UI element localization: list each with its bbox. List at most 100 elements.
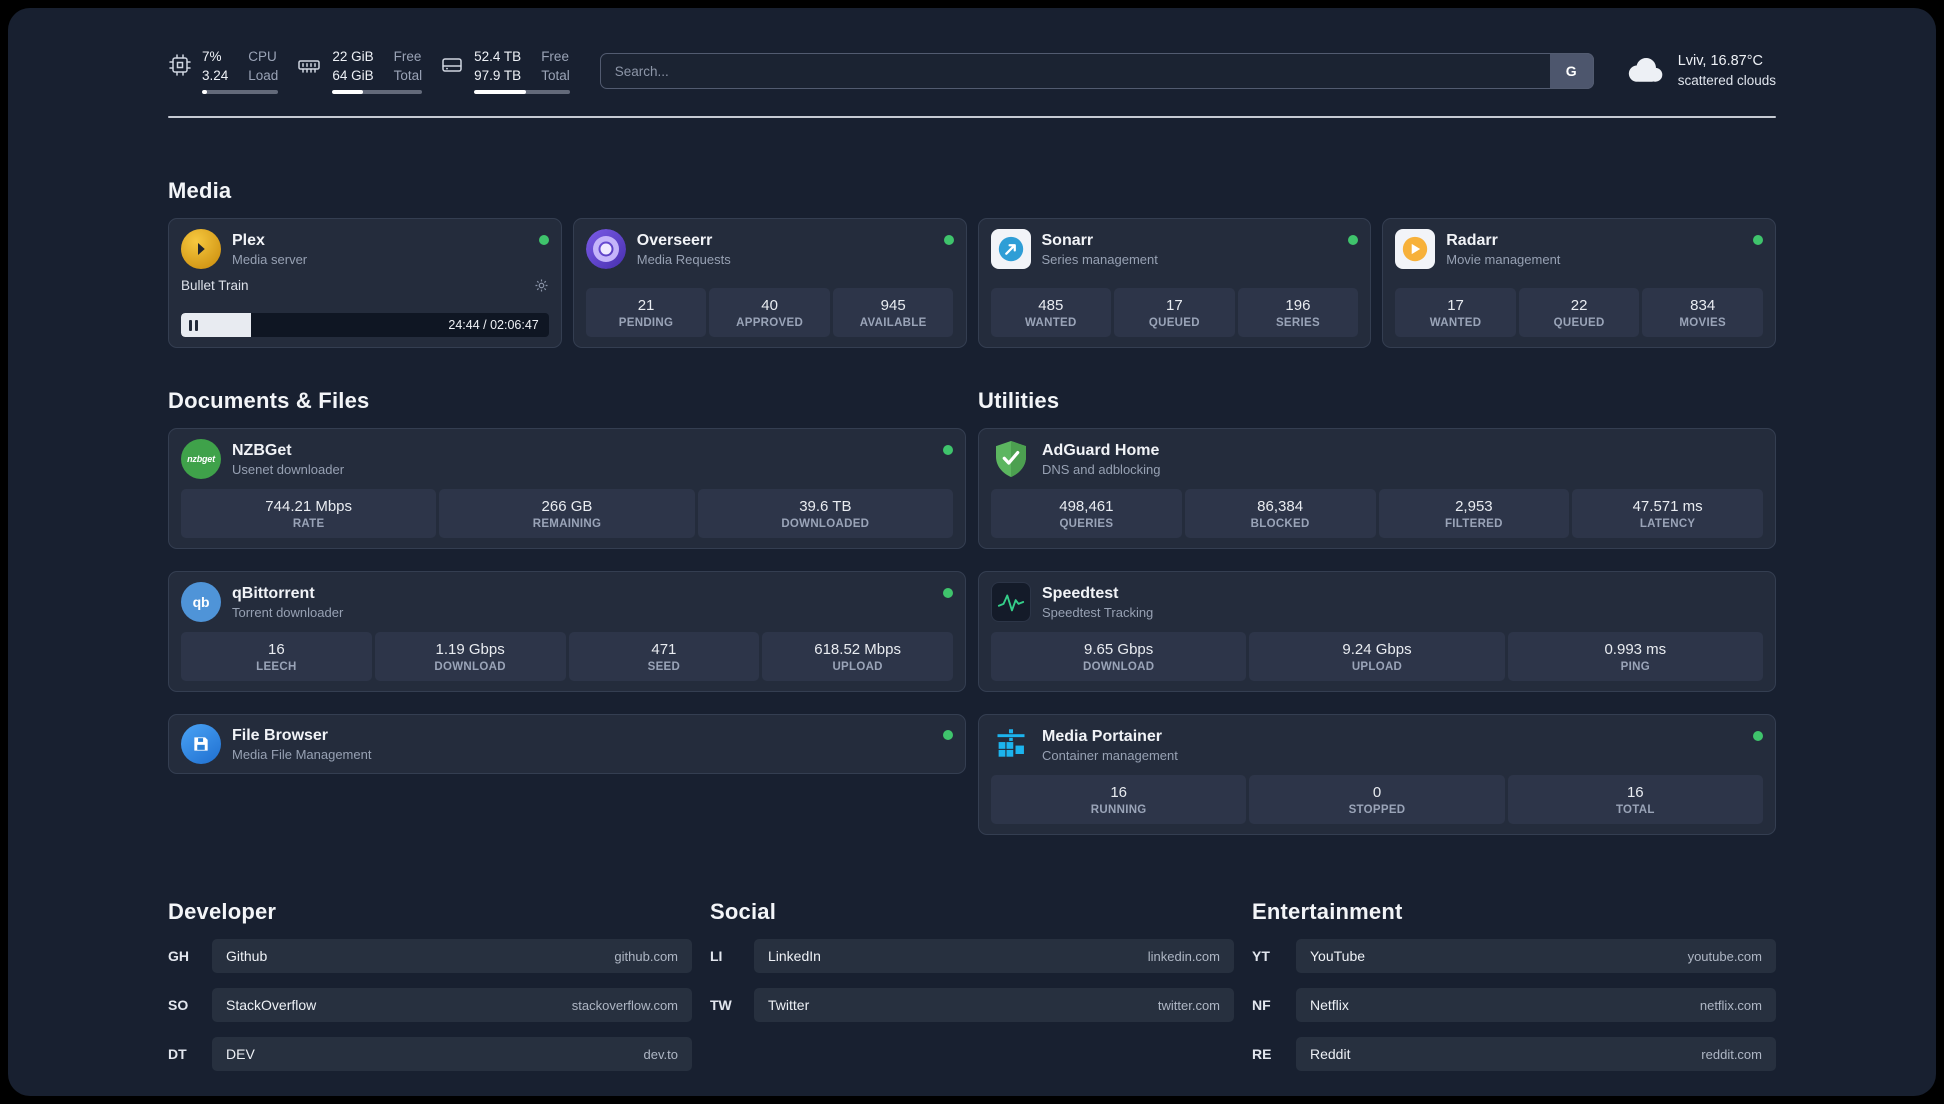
section-title-social: Social bbox=[710, 899, 777, 924]
stat-tile: 21 PENDING bbox=[585, 288, 707, 337]
bookmark-name: YouTube bbox=[1310, 948, 1366, 964]
bookmark-netflix[interactable]: Netflix netflix.com bbox=[1296, 988, 1776, 1022]
stat-value: 471 bbox=[651, 641, 677, 658]
status-dot bbox=[943, 730, 953, 740]
dashboard: 7% 3.24 CPU Load 22 GiB 64 GiB Free Tota… bbox=[8, 8, 1936, 1096]
bookmark-reddit[interactable]: Reddit reddit.com bbox=[1296, 1037, 1776, 1071]
bookmark-row: YT YouTube youtube.com bbox=[1252, 939, 1776, 973]
social-column: Social LI LinkedIn linkedin.com TW Twitt… bbox=[710, 899, 1234, 1071]
stat-value: 17 bbox=[1166, 297, 1183, 314]
stat-tile: 17 WANTED bbox=[1395, 288, 1516, 337]
disk-free-value: 52.4 TB bbox=[474, 49, 522, 65]
bookmark-abbr: TW bbox=[710, 997, 732, 1013]
plex-card[interactable]: Plex Media server Bullet Train 24:44 / 0 bbox=[168, 218, 562, 348]
disk-total-label: Total bbox=[541, 67, 570, 83]
overseerr-card[interactable]: Overseerr Media Requests 21 PENDING 40 APP… bbox=[572, 218, 967, 348]
stat-tile: 0 STOPPED bbox=[1249, 775, 1505, 824]
nzbget-card[interactable]: nzbget NZBGet Usenet downloader 744.21 M… bbox=[168, 428, 966, 549]
portainer-card[interactable]: Media Portainer Container management 16 R… bbox=[978, 714, 1776, 835]
search-input[interactable] bbox=[599, 53, 1594, 89]
stat-value: 2,953 bbox=[1455, 498, 1493, 515]
bookmark-stackoverflow[interactable]: StackOverflow stackoverflow.com bbox=[212, 988, 692, 1022]
adguard-card[interactable]: AdGuard Home DNS and adblocking 498,461 Q… bbox=[978, 428, 1776, 549]
search-engine-button[interactable]: G bbox=[1549, 53, 1594, 89]
bookmark-linkedin[interactable]: LinkedIn linkedin.com bbox=[754, 939, 1234, 973]
stat-value: 21 bbox=[637, 297, 655, 314]
portainer-crane-icon bbox=[991, 725, 1031, 765]
stat-value: 266 GB bbox=[541, 498, 593, 515]
speedtest-card[interactable]: Speedtest Speedtest Tracking 9.65 Gbps DO… bbox=[978, 571, 1776, 692]
stat-value: 0.993 ms bbox=[1604, 641, 1667, 658]
bookmark-abbr: SO bbox=[168, 997, 189, 1013]
cpu-chip-icon bbox=[168, 53, 192, 77]
adguard-shield-icon bbox=[991, 439, 1031, 479]
stat-value: 834 bbox=[1690, 297, 1716, 314]
playback-progress-bar[interactable]: 24:44 / 02:06:47 bbox=[181, 313, 549, 337]
bookmark-name: Netflix bbox=[1310, 997, 1349, 1013]
app-subtitle: Speedtest Tracking bbox=[1042, 604, 1154, 620]
main-content: Media Plex Media server Bullet Train 24:… bbox=[8, 178, 1936, 1071]
app-title: NZBGet bbox=[232, 441, 292, 459]
cpu-load-value: 3.24 bbox=[202, 67, 229, 83]
bookmark-dev[interactable]: DEV dev.to bbox=[212, 1037, 692, 1071]
section-title-developer: Developer bbox=[168, 899, 277, 924]
bookmark-abbr: GH bbox=[168, 948, 189, 964]
stat-value: 17 bbox=[1447, 297, 1464, 314]
app-title: Radarr bbox=[1446, 231, 1498, 249]
stat-value: 16 bbox=[1110, 784, 1127, 801]
status-dot bbox=[538, 235, 549, 245]
stat-tile: 39.6 TB DOWNLOADED bbox=[697, 489, 953, 538]
stat-tile: 2,953 FILTERED bbox=[1378, 489, 1570, 538]
ram-free-label: Free bbox=[393, 49, 422, 65]
app-subtitle: Series management bbox=[1041, 251, 1158, 267]
app-subtitle: Movie management bbox=[1446, 251, 1561, 267]
filebrowser-card[interactable]: File Browser Media File Management bbox=[168, 714, 966, 774]
memory-widget: 22 GiB 64 GiB Free Total bbox=[296, 48, 423, 94]
stat-label: UPLOAD bbox=[1351, 661, 1403, 673]
bookmark-row: DT DEV dev.to bbox=[168, 1037, 692, 1071]
ram-icon bbox=[296, 53, 322, 77]
qbittorrent-icon: qb bbox=[181, 582, 221, 622]
media-cards-row: Plex Media server Bullet Train 24:44 / 0 bbox=[168, 218, 1776, 348]
app-subtitle: DNS and adblocking bbox=[1042, 461, 1161, 477]
app-subtitle: Media File Management bbox=[232, 746, 372, 762]
section-title-media: Media bbox=[168, 178, 232, 203]
bookmark-url: twitter.com bbox=[1157, 997, 1220, 1013]
stat-value: 86,384 bbox=[1257, 498, 1304, 515]
bookmark-youtube[interactable]: YouTube youtube.com bbox=[1296, 939, 1776, 973]
bookmark-abbr: RE bbox=[1252, 1046, 1272, 1062]
stat-tile: 22 QUEUED bbox=[1518, 288, 1640, 337]
developer-column: Developer GH Github github.com SO StackO… bbox=[168, 899, 692, 1071]
stat-label: PENDING bbox=[618, 317, 674, 329]
stat-tile: 16 TOTAL bbox=[1507, 775, 1763, 824]
section-title-utilities: Utilities bbox=[978, 388, 1060, 413]
system-widgets: 7% 3.24 CPU Load 22 GiB 64 GiB Free Tota… bbox=[168, 48, 570, 94]
settings-gear-icon[interactable] bbox=[534, 278, 549, 293]
stat-label: QUERIES bbox=[1059, 518, 1114, 530]
stat-value: 744.21 Mbps bbox=[265, 498, 353, 515]
stat-value: 22 bbox=[1570, 297, 1588, 314]
pause-icon[interactable] bbox=[189, 319, 198, 331]
app-subtitle: Usenet downloader bbox=[232, 461, 345, 477]
section-title-entertainment: Entertainment bbox=[1252, 899, 1403, 924]
stat-label: QUEUED bbox=[1553, 317, 1605, 329]
bookmark-github[interactable]: Github github.com bbox=[212, 939, 692, 973]
radarr-card[interactable]: Radarr Movie management 17 WANTED 22 QUEUE… bbox=[1382, 218, 1776, 348]
stat-label: APPROVED bbox=[736, 317, 804, 329]
stat-value: 1.19 Gbps bbox=[435, 641, 505, 658]
qbittorrent-card[interactable]: qb qBittorrent Torrent downloader 16 LEEC… bbox=[168, 571, 966, 692]
status-dot bbox=[1348, 235, 1359, 245]
now-playing-title: Bullet Train bbox=[181, 278, 249, 293]
stat-label: RUNNING bbox=[1090, 804, 1147, 816]
stat-tile: 9.24 Gbps UPLOAD bbox=[1249, 632, 1505, 681]
app-title: Speedtest bbox=[1042, 584, 1119, 602]
stat-value: 16 bbox=[1626, 784, 1644, 801]
status-dot bbox=[943, 588, 953, 598]
status-dot bbox=[943, 445, 953, 455]
stat-label: REMAINING bbox=[532, 518, 602, 530]
sonarr-card[interactable]: Sonarr Series management 485 WANTED 17 QUE… bbox=[977, 218, 1372, 348]
stat-label: SERIES bbox=[1275, 317, 1320, 329]
stat-tile: 47.571 ms LATENCY bbox=[1572, 489, 1763, 538]
filebrowser-icon bbox=[181, 724, 221, 764]
bookmark-twitter[interactable]: Twitter twitter.com bbox=[754, 988, 1234, 1022]
